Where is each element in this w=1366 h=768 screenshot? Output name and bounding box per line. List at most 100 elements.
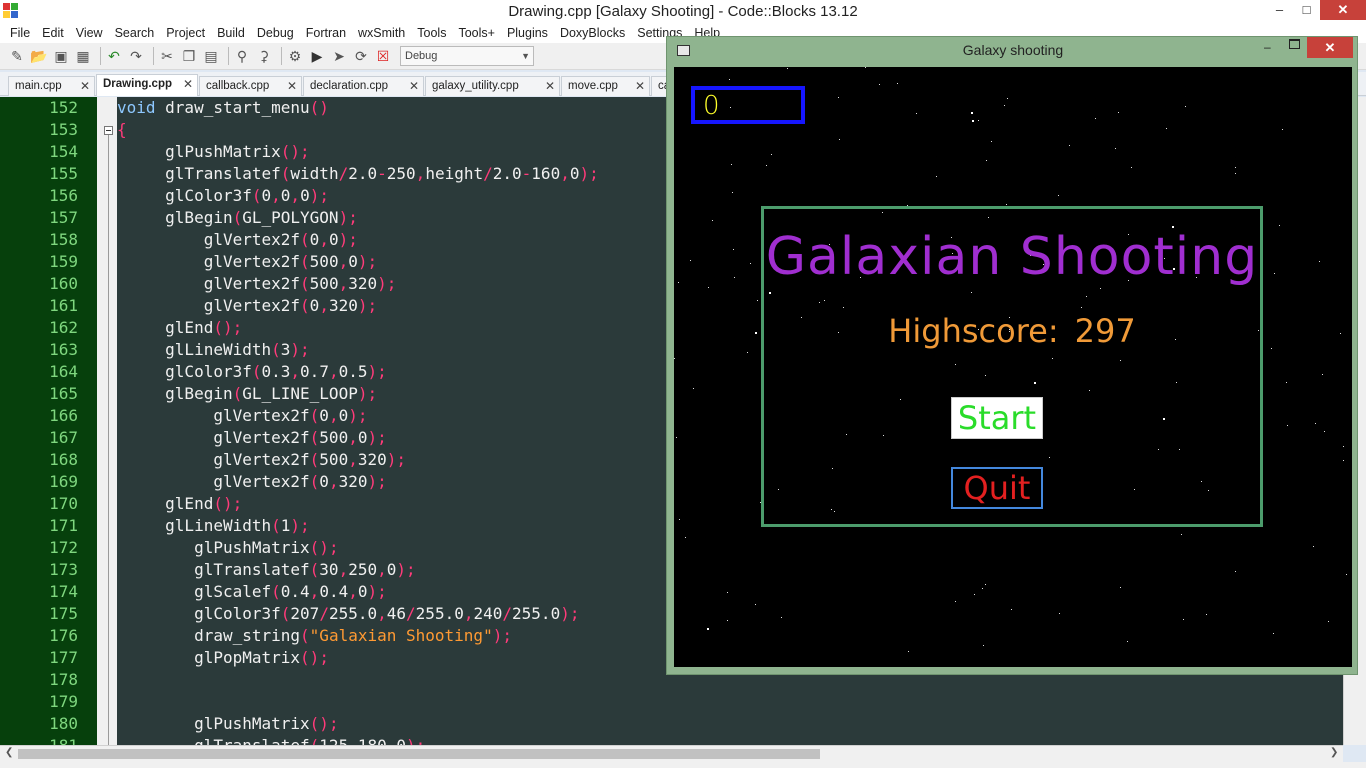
code-text: glScalef(0.4,0.4,0); bbox=[117, 582, 387, 601]
code-text: glTranslatef(125,180,0); bbox=[117, 735, 425, 745]
start-button[interactable]: Start bbox=[951, 397, 1043, 439]
close-icon[interactable]: ✕ bbox=[545, 77, 555, 95]
tab-galaxy-utility-cpp[interactable]: galaxy_utility.cpp ✕ bbox=[425, 76, 560, 96]
scrollbar-thumb[interactable] bbox=[18, 749, 820, 759]
menu-doxyblocks[interactable]: DoxyBlocks bbox=[554, 23, 631, 43]
menu-wxsmith[interactable]: wxSmith bbox=[352, 23, 411, 43]
star bbox=[1235, 167, 1236, 168]
build-icon[interactable]: ⚙ bbox=[286, 47, 304, 65]
code-text: glEnd(); bbox=[117, 494, 243, 513]
replace-icon[interactable]: ⚳ bbox=[255, 47, 273, 65]
open-icon[interactable]: 📂 bbox=[30, 47, 48, 65]
close-icon[interactable]: ✕ bbox=[183, 75, 193, 93]
menu-view[interactable]: View bbox=[70, 23, 109, 43]
close-icon[interactable]: ✕ bbox=[80, 77, 90, 95]
close-button[interactable]: ✕ bbox=[1320, 0, 1366, 20]
game-canvas[interactable]: 0 Galaxian Shooting Highscore: 297 Start … bbox=[674, 67, 1352, 667]
horizontal-scrollbar[interactable]: ❮ ❯ bbox=[0, 745, 1343, 762]
star bbox=[1287, 425, 1288, 426]
close-icon[interactable]: ✕ bbox=[409, 77, 419, 95]
tab-move-cpp[interactable]: move.cpp ✕ bbox=[561, 76, 650, 96]
tab-label: callback.cpp bbox=[206, 80, 270, 92]
highscore-value: 297 bbox=[1074, 312, 1136, 350]
star bbox=[1343, 460, 1344, 461]
save-icon[interactable]: ▣ bbox=[52, 47, 70, 65]
abort-icon[interactable]: ☒ bbox=[374, 47, 392, 65]
tab-drawing-cpp[interactable]: Drawing.cpp ✕ bbox=[96, 74, 198, 96]
build-run-icon[interactable]: ➤ bbox=[330, 47, 348, 65]
star bbox=[1206, 614, 1207, 615]
star bbox=[879, 84, 880, 85]
tab-callback-cpp[interactable]: callback.cpp ✕ bbox=[199, 76, 302, 96]
cut-icon[interactable]: ✂ bbox=[158, 47, 176, 65]
star bbox=[1004, 105, 1005, 106]
paste-icon[interactable]: ▤ bbox=[202, 47, 220, 65]
tab-label: main.cpp bbox=[15, 80, 62, 92]
menu-search[interactable]: Search bbox=[109, 23, 161, 43]
code-line[interactable]: 180 glPushMatrix(); bbox=[0, 713, 1343, 735]
minimize-button[interactable]: – bbox=[1266, 0, 1293, 20]
star bbox=[1059, 613, 1060, 614]
menu-fortran[interactable]: Fortran bbox=[300, 23, 352, 43]
tab-declaration-cpp[interactable]: declaration.cpp ✕ bbox=[303, 76, 424, 96]
star bbox=[1322, 374, 1323, 375]
maximize-button[interactable]: □ bbox=[1293, 0, 1320, 20]
tab-label: declaration.cpp bbox=[310, 80, 388, 92]
star bbox=[1131, 167, 1132, 168]
redo-icon[interactable]: ↷ bbox=[127, 47, 145, 65]
highscore-row: Highscore: 297 bbox=[764, 312, 1260, 350]
menu-file[interactable]: File bbox=[4, 23, 36, 43]
rebuild-icon[interactable]: ⟳ bbox=[352, 47, 370, 65]
line-number: 155 bbox=[49, 164, 78, 183]
line-number: 170 bbox=[49, 494, 78, 513]
tab-label: move.cpp bbox=[568, 80, 618, 92]
menu-debug[interactable]: Debug bbox=[251, 23, 300, 43]
game-maximize-button[interactable] bbox=[1289, 39, 1300, 49]
run-icon[interactable]: ▶ bbox=[308, 47, 326, 65]
star bbox=[974, 594, 975, 595]
quit-button[interactable]: Quit bbox=[951, 467, 1043, 509]
star bbox=[1273, 633, 1274, 634]
menu-project[interactable]: Project bbox=[160, 23, 211, 43]
menu-tools-[interactable]: Tools+ bbox=[452, 23, 500, 43]
scroll-right-icon[interactable]: ❯ bbox=[1330, 747, 1338, 758]
highscore-label: Highscore: bbox=[888, 312, 1059, 350]
star bbox=[729, 79, 730, 80]
star bbox=[1315, 423, 1316, 424]
star bbox=[1058, 195, 1059, 196]
code-line[interactable]: 179 bbox=[0, 691, 1343, 713]
star bbox=[731, 164, 732, 165]
copy-icon[interactable]: ❐ bbox=[180, 47, 198, 65]
line-number: 157 bbox=[49, 208, 78, 227]
tab-main-cpp[interactable]: main.cpp ✕ bbox=[8, 76, 95, 96]
build-target-select[interactable]: Debug ▼ bbox=[400, 46, 534, 66]
close-icon[interactable]: ✕ bbox=[287, 77, 297, 95]
new-file-icon[interactable]: ✎ bbox=[8, 47, 26, 65]
game-minimize-button[interactable]: – bbox=[1264, 40, 1271, 54]
star bbox=[1007, 98, 1008, 99]
star bbox=[690, 260, 691, 261]
line-number: 162 bbox=[49, 318, 78, 337]
star bbox=[755, 332, 757, 334]
star bbox=[978, 120, 979, 121]
star bbox=[1271, 348, 1272, 349]
code-text: glVertex2f(500,320); bbox=[117, 450, 407, 469]
star bbox=[1115, 148, 1116, 149]
undo-icon[interactable]: ↶ bbox=[105, 47, 123, 65]
menu-build[interactable]: Build bbox=[211, 23, 251, 43]
toolbar-separator bbox=[100, 47, 101, 65]
find-icon[interactable]: ⚲ bbox=[233, 47, 251, 65]
close-icon[interactable]: ✕ bbox=[635, 77, 645, 95]
save-all-icon[interactable]: ▦ bbox=[74, 47, 92, 65]
game-window[interactable]: Galaxy shooting – ✕ 0 Galaxian Shooting … bbox=[666, 36, 1358, 675]
menu-plugins[interactable]: Plugins bbox=[501, 23, 554, 43]
star bbox=[1346, 574, 1347, 575]
line-number: 164 bbox=[49, 362, 78, 381]
scroll-left-icon[interactable]: ❮ bbox=[5, 747, 13, 758]
code-text: glVertex2f(0,320); bbox=[117, 472, 387, 491]
game-close-button[interactable]: ✕ bbox=[1307, 37, 1353, 58]
line-number: 167 bbox=[49, 428, 78, 447]
menu-edit[interactable]: Edit bbox=[36, 23, 70, 43]
code-line[interactable]: 181 glTranslatef(125,180,0); bbox=[0, 735, 1343, 745]
menu-tools[interactable]: Tools bbox=[411, 23, 452, 43]
